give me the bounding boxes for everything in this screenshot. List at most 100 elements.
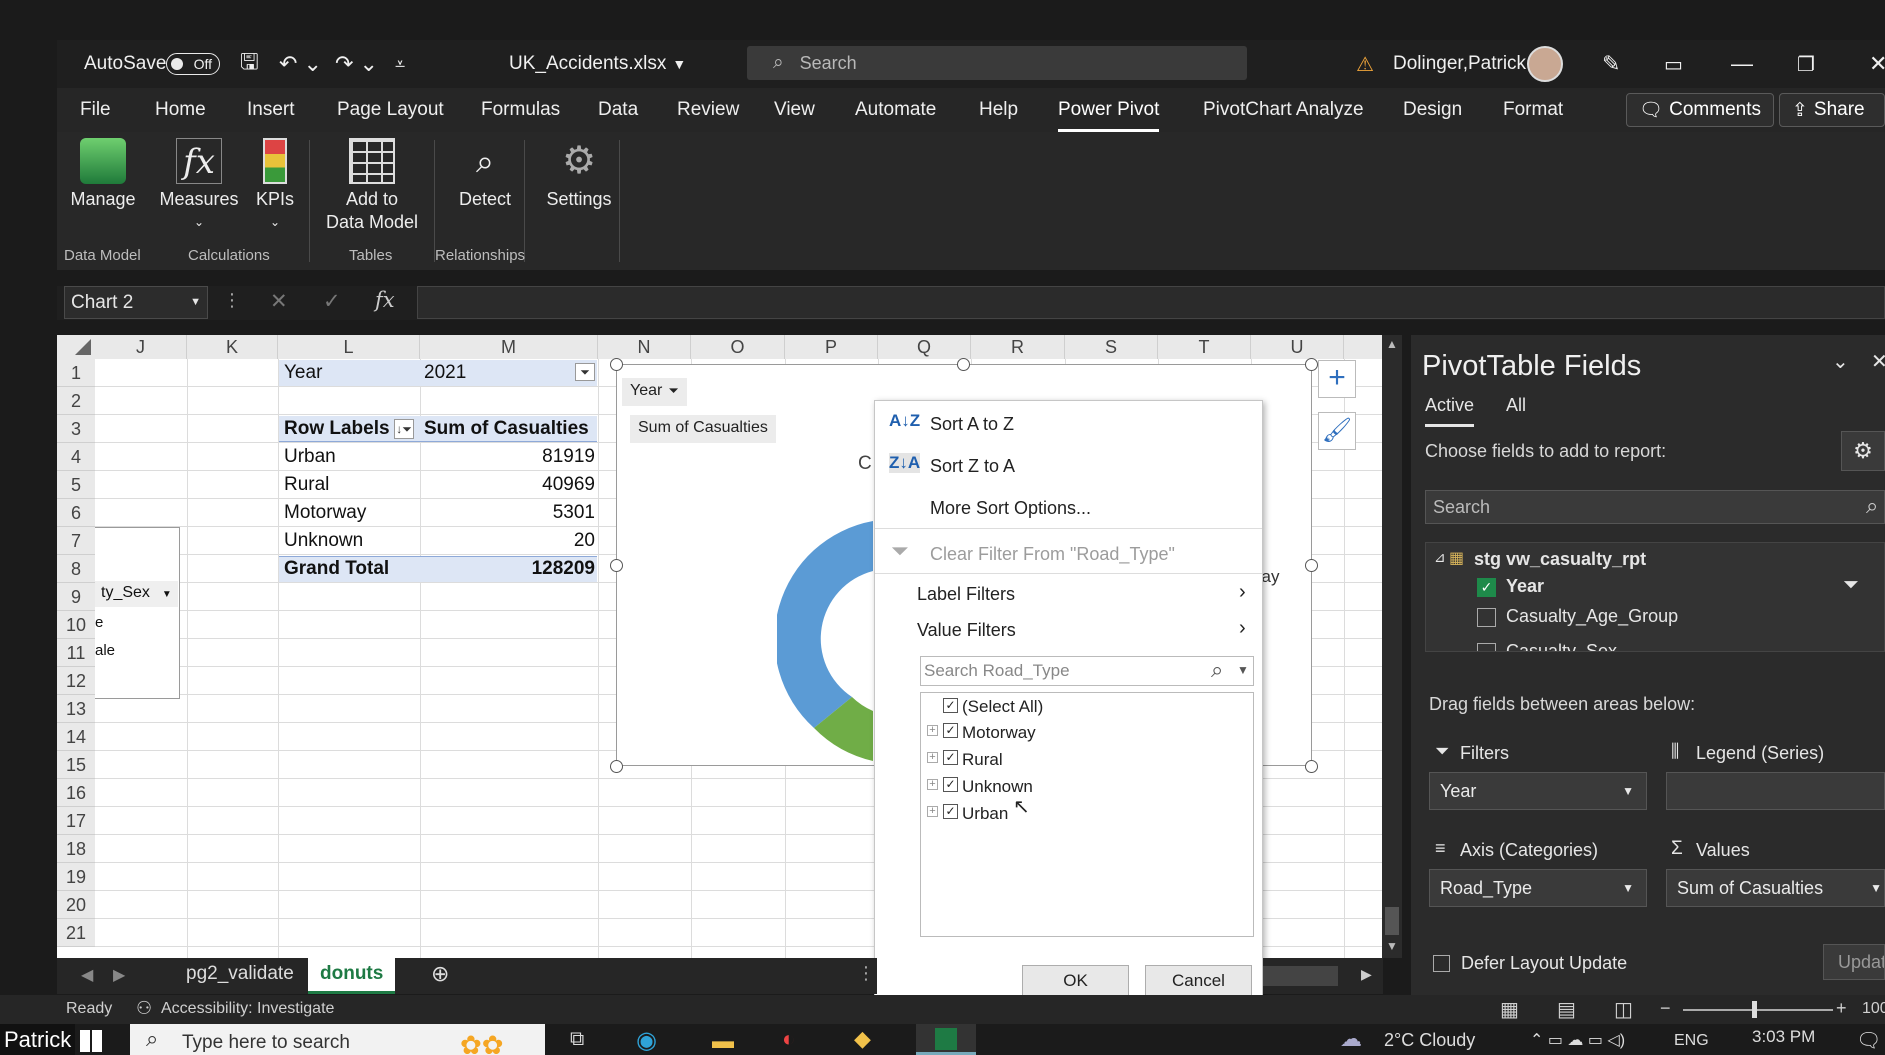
sort-filter-icon[interactable]: ↓⏷ <box>394 419 414 439</box>
tab-formulas[interactable]: Formulas <box>481 88 560 132</box>
col-header-m[interactable]: M <box>420 335 598 359</box>
row-header[interactable]: 19 <box>57 863 95 891</box>
row-header[interactable]: 3 <box>57 415 95 443</box>
col-header-o[interactable]: O <box>691 335 785 359</box>
zoom-level[interactable]: 100 <box>1862 1000 1885 1018</box>
close-icon[interactable]: ✕ <box>1869 40 1885 88</box>
row-header[interactable]: 20 <box>57 891 95 919</box>
manage-button[interactable]: Manage <box>69 138 137 211</box>
tab-help[interactable]: Help <box>979 88 1018 132</box>
checkbox-rural[interactable]: ✓ <box>943 750 958 765</box>
vertical-scrollbar[interactable]: ▲ ▼ <box>1382 335 1402 958</box>
more-sort-options[interactable]: More Sort Options... <box>930 498 1091 519</box>
file-explorer-icon[interactable]: ▬ <box>712 1028 734 1054</box>
pen-icon[interactable]: ✎ <box>1602 40 1620 88</box>
avatar[interactable] <box>1527 46 1563 82</box>
chart-resize-handle[interactable] <box>610 358 623 371</box>
sheet-tab-active[interactable]: donuts <box>308 958 396 994</box>
chart-resize-handle[interactable] <box>1305 358 1318 371</box>
chart-resize-handle[interactable] <box>610 559 623 572</box>
expand-icon[interactable]: + <box>927 725 938 736</box>
redo-icon[interactable]: ↷ ⌄ <box>335 40 378 88</box>
sheet-tab[interactable]: pg2_validate <box>186 963 294 985</box>
tab-design[interactable]: Design <box>1403 88 1462 132</box>
zoom-out-icon[interactable]: − <box>1660 998 1671 1019</box>
tab-data[interactable]: Data <box>598 88 638 132</box>
app-icon[interactable]: ◆ <box>854 1026 871 1052</box>
tab-automate[interactable]: Automate <box>855 88 936 132</box>
chart-resize-handle[interactable] <box>1305 559 1318 572</box>
list-item[interactable]: Motorway <box>962 723 1036 743</box>
field-name[interactable]: Casualty_Age_Group <box>1506 606 1678 627</box>
add-sheet-icon[interactable]: ⊕ <box>431 961 449 987</box>
list-item[interactable]: (Select All) <box>962 697 1043 717</box>
update-button[interactable]: Update <box>1823 944 1885 980</box>
col-header-n[interactable]: N <box>598 335 691 359</box>
row-header[interactable]: 17 <box>57 807 95 835</box>
legend-drop-area[interactable] <box>1666 772 1885 810</box>
road-type-value-list[interactable]: ✓ (Select All) + ✓ Motorway + ✓ Rural + … <box>920 692 1254 937</box>
normal-view-icon[interactable]: ▦ <box>1500 997 1519 1022</box>
scroll-up-icon[interactable]: ▲ <box>1386 337 1398 351</box>
value-filters[interactable]: Value Filters <box>917 620 1016 641</box>
scroll-right-icon[interactable]: ▶ <box>1361 966 1372 983</box>
more-options-icon[interactable]: ⋮ <box>857 963 875 984</box>
row-header[interactable]: 13 <box>57 695 95 723</box>
row-header[interactable]: 6 <box>57 499 95 527</box>
kpis-button[interactable]: KPIs ⌄ <box>247 138 303 234</box>
row-header[interactable]: 18 <box>57 835 95 863</box>
row-header[interactable]: 8 <box>57 555 95 583</box>
chart-sum-button[interactable]: Sum of Casualties <box>630 415 776 443</box>
col-header-k[interactable]: K <box>187 335 278 359</box>
field-checkbox-sex[interactable] <box>1477 643 1496 651</box>
label-filters[interactable]: Label Filters <box>917 584 1015 605</box>
detect-button[interactable]: ⌕ Detect <box>445 138 525 211</box>
excel-taskbar-icon[interactable] <box>916 1024 976 1055</box>
more-options-icon[interactable]: ⋮ <box>223 290 241 311</box>
language-indicator[interactable]: ENG <box>1674 1032 1709 1050</box>
col-header-s[interactable]: S <box>1065 335 1158 359</box>
checkbox-select-all[interactable]: ✓ <box>943 698 958 713</box>
col-header-j[interactable]: J <box>95 335 187 359</box>
windows-start-icon[interactable] <box>80 1030 102 1052</box>
tab-home[interactable]: Home <box>155 88 206 132</box>
collapse-icon[interactable]: ⊿ <box>1434 549 1446 566</box>
gear-icon[interactable]: ⚙ <box>1841 431 1885 471</box>
donut-chart[interactable] <box>777 515 877 765</box>
row-header[interactable]: 2 <box>57 387 95 415</box>
taskbar-search[interactable]: ⌕ Type here to search ✿✿ <box>130 1024 545 1055</box>
pivot-filter-value[interactable]: 2021 <box>424 359 466 387</box>
row-header[interactable]: 16 <box>57 779 95 807</box>
col-header-t[interactable]: T <box>1158 335 1251 359</box>
row-header[interactable]: 21 <box>57 919 95 947</box>
notifications-icon[interactable]: 🗨 <box>1856 1028 1881 1053</box>
row-header[interactable]: 11 <box>57 639 95 667</box>
chevron-down-icon[interactable]: ⌄ <box>1832 349 1849 374</box>
filter-dropdown-icon[interactable]: ⏷ <box>575 363 595 381</box>
cancel-button[interactable]: Cancel <box>1145 965 1252 997</box>
field-checkbox-year[interactable]: ✓ <box>1477 578 1496 597</box>
share-button[interactable]: ⇪ Share <box>1779 93 1885 127</box>
clock-time[interactable]: 3:03 PM <box>1752 1027 1815 1047</box>
col-header-l[interactable]: L <box>278 335 420 359</box>
horizontal-scroll-thumb[interactable] <box>1263 966 1338 986</box>
field-checkbox-age-group[interactable] <box>1477 608 1496 627</box>
close-pane-icon[interactable]: ✕ <box>1871 349 1885 374</box>
donut-slice-urban[interactable] <box>777 521 873 728</box>
left-chart-fragment[interactable] <box>95 527 180 699</box>
scroll-down-icon[interactable]: ▼ <box>1386 939 1398 953</box>
tab-active[interactable]: Active <box>1425 395 1475 427</box>
tab-format[interactable]: Format <box>1503 88 1563 132</box>
filters-field-year[interactable]: Year ▼ <box>1429 772 1647 810</box>
row-header[interactable]: 12 <box>57 667 95 695</box>
expand-icon[interactable]: + <box>927 779 938 790</box>
fx-icon[interactable]: fx <box>375 288 395 312</box>
values-field-sum[interactable]: Sum of Casualties ▼ <box>1666 869 1885 907</box>
zoom-in-icon[interactable]: + <box>1836 998 1847 1019</box>
page-break-view-icon[interactable]: ◫ <box>1614 997 1633 1022</box>
edge-icon[interactable]: ◉ <box>636 1026 657 1055</box>
axis-field-road-type[interactable]: Road_Type ▼ <box>1429 869 1647 907</box>
expand-icon[interactable]: + <box>927 806 938 817</box>
name-box[interactable]: Chart 2 ▼ <box>64 286 208 319</box>
filename[interactable]: UK_Accidents.xlsx ▼ <box>509 40 686 88</box>
